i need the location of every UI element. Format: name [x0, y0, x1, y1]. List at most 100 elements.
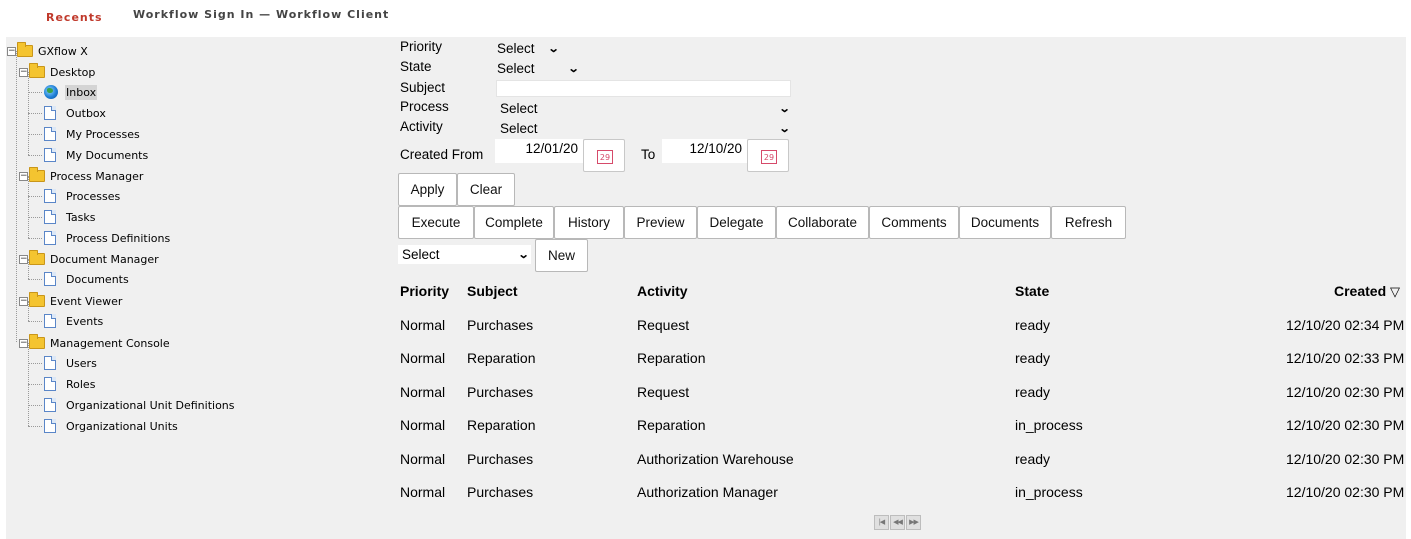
- tree-item-my-processes[interactable]: My Processes: [44, 124, 141, 144]
- tree-item-outbox[interactable]: Outbox: [44, 103, 107, 123]
- tree-item-events[interactable]: Events: [44, 311, 104, 331]
- next-page-icon[interactable]: ▶▶: [906, 515, 921, 530]
- complete-button[interactable]: Complete: [474, 206, 554, 239]
- previous-page-icon[interactable]: ◀◀: [890, 515, 905, 530]
- tree-item-roles[interactable]: Roles: [44, 374, 96, 394]
- cell-priority[interactable]: Normal: [400, 384, 445, 400]
- collapse-icon[interactable]: −: [7, 46, 16, 56]
- tree-item-my-documents[interactable]: My Documents: [44, 145, 149, 165]
- cell-created[interactable]: 12/10/20 02:30 PM: [1286, 484, 1404, 500]
- cell-activity[interactable]: Reparation: [637, 417, 706, 433]
- tree-node-document-manager[interactable]: − Document Manager: [19, 249, 160, 269]
- created-to-input[interactable]: 12/10/20: [662, 139, 747, 163]
- process-select-value: Select: [500, 100, 538, 116]
- priority-select[interactable]: Select ⌄: [493, 39, 561, 57]
- cell-created[interactable]: 12/10/20 02:33 PM: [1286, 350, 1404, 366]
- apply-button[interactable]: Apply: [398, 173, 457, 206]
- cell-subject[interactable]: Reparation: [467, 417, 536, 433]
- cell-priority[interactable]: Normal: [400, 484, 445, 500]
- document-icon: [44, 377, 56, 391]
- cell-priority[interactable]: Normal: [400, 350, 445, 366]
- tree-item-org-unit-definitions[interactable]: Organizational Unit Definitions: [44, 395, 236, 415]
- tree-node-gxflow[interactable]: − GXflow X: [7, 41, 89, 61]
- cell-priority[interactable]: Normal: [400, 451, 445, 467]
- tree-item-process-definitions[interactable]: Process Definitions: [44, 228, 171, 248]
- refresh-button[interactable]: Refresh: [1051, 206, 1126, 239]
- tree-item-tasks[interactable]: Tasks: [44, 207, 96, 227]
- cell-state[interactable]: ready: [1015, 350, 1050, 366]
- cell-state[interactable]: in_process: [1015, 484, 1083, 500]
- column-header-state[interactable]: State: [1015, 283, 1049, 299]
- document-icon: [44, 398, 56, 412]
- cell-created[interactable]: 12/10/20 02:34 PM: [1286, 317, 1404, 333]
- collapse-icon[interactable]: −: [19, 296, 28, 306]
- tree-node-event-viewer[interactable]: − Event Viewer: [19, 291, 123, 311]
- cell-state[interactable]: in_process: [1015, 417, 1083, 433]
- folder-icon: [29, 292, 45, 307]
- recents-link[interactable]: Recents: [46, 11, 103, 24]
- history-button[interactable]: History: [554, 206, 624, 239]
- cell-subject[interactable]: Purchases: [467, 484, 533, 500]
- preview-button[interactable]: Preview: [624, 206, 697, 239]
- cell-priority[interactable]: Normal: [400, 417, 445, 433]
- tree-node-label: Organizational Units: [66, 419, 178, 433]
- cell-state[interactable]: ready: [1015, 317, 1050, 333]
- tree-node-label: Event Viewer: [50, 294, 123, 308]
- tree-item-processes[interactable]: Processes: [44, 186, 121, 206]
- cell-activity[interactable]: Request: [637, 384, 689, 400]
- cell-state[interactable]: ready: [1015, 451, 1050, 467]
- collapse-icon[interactable]: −: [19, 338, 28, 348]
- first-page-icon[interactable]: |◀: [874, 515, 889, 530]
- column-header-subject[interactable]: Subject: [467, 283, 518, 299]
- documents-button[interactable]: Documents: [959, 206, 1051, 239]
- collaborate-button[interactable]: Collaborate: [776, 206, 869, 239]
- collapse-icon[interactable]: −: [19, 254, 28, 264]
- cell-created[interactable]: 12/10/20 02:30 PM: [1286, 384, 1404, 400]
- created-from-input[interactable]: 12/01/20: [495, 139, 583, 163]
- cell-activity[interactable]: Authorization Warehouse: [637, 451, 794, 467]
- tree-node-management-console[interactable]: − Management Console: [19, 333, 171, 353]
- cell-created[interactable]: 12/10/20 02:30 PM: [1286, 451, 1404, 467]
- tree-item-documents[interactable]: Documents: [44, 269, 130, 289]
- tree-item-users[interactable]: Users: [44, 353, 98, 373]
- process-select[interactable]: Select ⌄: [496, 99, 792, 117]
- execute-button[interactable]: Execute: [398, 206, 474, 239]
- created-from-calendar-button[interactable]: 29: [583, 139, 625, 172]
- tree-node-desktop[interactable]: − Desktop: [19, 62, 96, 82]
- subject-label: Subject: [400, 80, 446, 95]
- cell-priority[interactable]: Normal: [400, 317, 445, 333]
- column-header-priority[interactable]: Priority: [400, 283, 449, 299]
- tree-node-process-manager[interactable]: − Process Manager: [19, 166, 144, 186]
- cell-created[interactable]: 12/10/20 02:30 PM: [1286, 417, 1404, 433]
- tree-node-label: Roles: [66, 377, 96, 391]
- comments-button[interactable]: Comments: [869, 206, 959, 239]
- document-icon: [44, 106, 56, 120]
- clear-button[interactable]: Clear: [457, 173, 515, 206]
- tree-node-label: Process Manager: [50, 169, 144, 183]
- subject-input[interactable]: [496, 80, 791, 97]
- top-bar: Recents Workflow Sign In — Workflow Clie…: [0, 0, 1411, 34]
- cell-subject[interactable]: Purchases: [467, 451, 533, 467]
- column-header-activity[interactable]: Activity: [637, 283, 688, 299]
- cell-activity[interactable]: Authorization Manager: [637, 484, 778, 500]
- cell-subject[interactable]: Purchases: [467, 384, 533, 400]
- state-select[interactable]: Select ⌄: [493, 59, 581, 77]
- column-header-created[interactable]: Created ▽: [1334, 283, 1400, 300]
- cell-activity[interactable]: Request: [637, 317, 689, 333]
- cell-activity[interactable]: Reparation: [637, 350, 706, 366]
- cell-subject[interactable]: Purchases: [467, 317, 533, 333]
- created-to-calendar-button[interactable]: 29: [747, 139, 789, 172]
- collapse-icon[interactable]: −: [19, 67, 28, 77]
- tree-node-label: Process Definitions: [66, 231, 171, 245]
- tree-item-inbox[interactable]: Inbox: [44, 82, 98, 102]
- tree-item-org-units[interactable]: Organizational Units: [44, 416, 179, 436]
- folder-icon: [29, 63, 45, 78]
- delegate-button[interactable]: Delegate: [697, 206, 776, 239]
- new-button[interactable]: New: [535, 239, 588, 272]
- collapse-icon[interactable]: −: [19, 171, 28, 181]
- activity-select[interactable]: Select ⌄: [496, 119, 792, 137]
- cell-state[interactable]: ready: [1015, 384, 1050, 400]
- new-process-select[interactable]: Select ⌄: [398, 245, 531, 264]
- to-label: To: [641, 147, 656, 162]
- cell-subject[interactable]: Reparation: [467, 350, 536, 366]
